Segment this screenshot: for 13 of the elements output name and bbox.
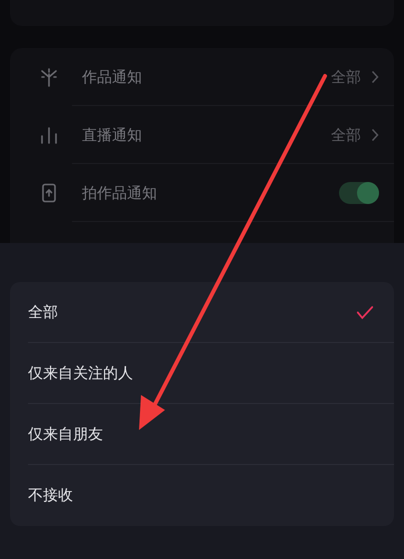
option-item[interactable]: 仅来自关注的人	[10, 343, 394, 404]
toggle-switch[interactable]	[339, 182, 379, 204]
chevron-right-icon[interactable]	[371, 70, 379, 84]
setting-label: 拍作品通知	[82, 184, 158, 202]
setting-label: 作品通知	[82, 68, 143, 86]
option-item[interactable]: 全部	[10, 282, 394, 343]
setting-label: 直播通知	[82, 126, 143, 144]
phone-upload-icon	[39, 183, 59, 203]
bar-chart-icon	[39, 125, 59, 145]
option-item[interactable]: 仅来自朋友	[10, 404, 394, 465]
option-item[interactable]: 不接收	[10, 465, 394, 526]
sparkle-icon	[39, 67, 59, 87]
chevron-right-icon[interactable]	[371, 128, 379, 142]
